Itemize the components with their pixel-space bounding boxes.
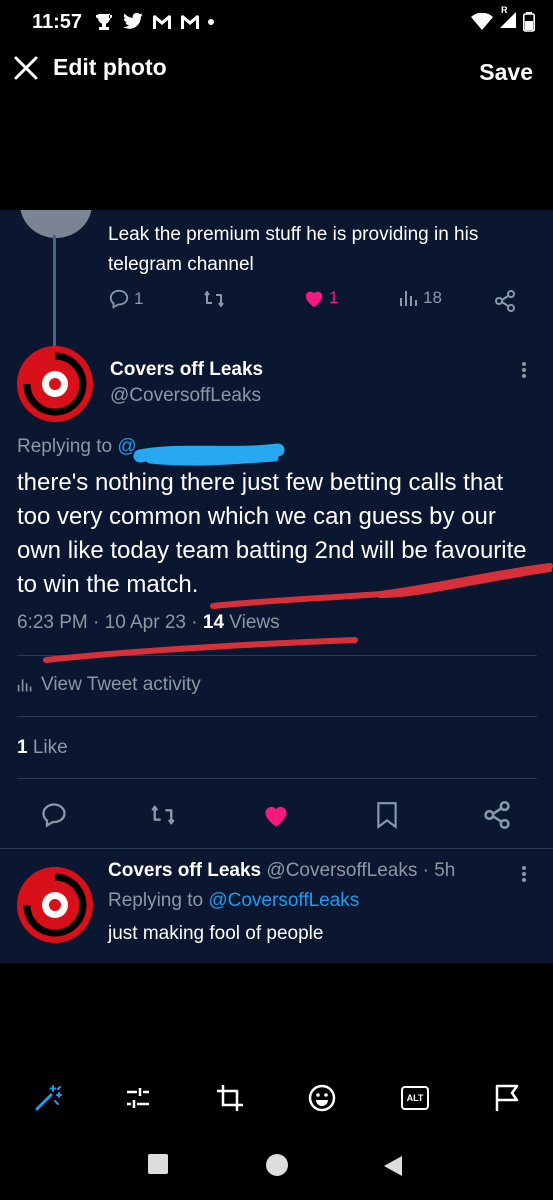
retweet-action bbox=[202, 288, 226, 310]
share-icon bbox=[495, 290, 515, 312]
bookmark-icon bbox=[377, 802, 397, 829]
main-tweet-author-name: Covers off Leaks bbox=[110, 359, 264, 380]
edit-toolbar: ALT bbox=[0, 1072, 553, 1124]
reply-text: just making fool of people bbox=[108, 923, 324, 944]
flag-icon bbox=[495, 1084, 519, 1111]
twitter-icon bbox=[123, 13, 143, 29]
main-tweet-author-handle: @CoversoffLeaks bbox=[110, 385, 261, 406]
alt-text-button[interactable]: ALT bbox=[399, 1082, 431, 1114]
views-action: 18 bbox=[399, 288, 442, 308]
share-icon bbox=[484, 801, 510, 829]
tweet-time: 6:23 PM · 10 Apr 23 · bbox=[17, 612, 203, 633]
underline-scribble bbox=[43, 637, 358, 663]
recent-apps-button[interactable] bbox=[148, 1154, 168, 1174]
main-tweet-avatar bbox=[17, 346, 93, 422]
views-icon bbox=[17, 679, 32, 692]
like-action: 1 bbox=[303, 288, 338, 308]
views-count: 18 bbox=[423, 288, 442, 307]
brand-logo-icon bbox=[17, 867, 93, 943]
system-icons: R bbox=[471, 5, 535, 34]
sticker-button[interactable] bbox=[306, 1082, 338, 1114]
navigation-bar bbox=[0, 1140, 553, 1192]
signal-roaming-label: R bbox=[501, 4, 508, 15]
back-icon bbox=[384, 1156, 402, 1176]
retweet-icon bbox=[204, 291, 224, 307]
divider bbox=[0, 848, 553, 849]
status-bar: 11:57 R bbox=[0, 0, 553, 44]
likes-count: 1 bbox=[17, 737, 28, 758]
replying-handle: @ bbox=[117, 436, 137, 457]
views-icon bbox=[400, 291, 417, 306]
replying-label: Replying to bbox=[108, 890, 204, 911]
close-icon bbox=[14, 56, 38, 80]
reply-count: 1 bbox=[134, 289, 144, 308]
activity-label: View Tweet activity bbox=[41, 674, 201, 695]
adjust-icon bbox=[127, 1088, 149, 1108]
save-button[interactable]: Save bbox=[479, 59, 533, 86]
reply-author-name: Covers off Leaks bbox=[108, 860, 262, 881]
close-button[interactable] bbox=[12, 54, 40, 82]
divider bbox=[17, 655, 537, 656]
adjust-button[interactable] bbox=[122, 1082, 154, 1114]
retweet-icon bbox=[151, 805, 175, 825]
reply-replying-to: Replying to @CoversoffLeaks bbox=[108, 890, 359, 912]
tweet-meta: 6:23 PM · 10 Apr 23 · 14 Views bbox=[17, 612, 280, 634]
sticker-icon bbox=[308, 1084, 336, 1112]
replying-to: Replying to @ bbox=[17, 436, 137, 458]
brand-logo-icon bbox=[17, 346, 93, 422]
back-button[interactable] bbox=[382, 1154, 404, 1183]
reply-avatar bbox=[17, 867, 93, 943]
previous-reply-avatar bbox=[20, 210, 92, 238]
heart-icon bbox=[305, 291, 323, 308]
magic-wand-icon bbox=[35, 1085, 62, 1111]
notification-icons bbox=[94, 12, 215, 32]
likes-summary: 1 Like bbox=[17, 737, 68, 759]
replying-label: Replying to bbox=[17, 436, 113, 457]
redaction-scribble bbox=[133, 443, 285, 463]
dot-icon bbox=[208, 19, 215, 25]
heart-icon bbox=[265, 806, 287, 827]
more-options-icon bbox=[521, 360, 527, 380]
main-tweet-text: there's nothing there just few betting c… bbox=[17, 469, 527, 598]
wifi-icon bbox=[471, 13, 493, 30]
views-label: Views bbox=[229, 612, 280, 633]
home-button[interactable] bbox=[266, 1154, 288, 1176]
replying-handle: @CoversoffLeaks bbox=[208, 890, 360, 911]
divider bbox=[17, 716, 537, 717]
redaction-scribble bbox=[146, 454, 279, 466]
home-icon bbox=[266, 1154, 288, 1176]
reply-icon bbox=[42, 803, 66, 828]
gmail-icon bbox=[153, 15, 172, 29]
reply-action: 1 bbox=[108, 288, 143, 310]
page-title: Edit photo bbox=[53, 54, 167, 80]
gmail-icon bbox=[181, 15, 200, 29]
alt-text-icon: ALT bbox=[401, 1086, 429, 1110]
edited-photo[interactable]: Leak the premium stuff he is providing i… bbox=[0, 210, 553, 963]
views-count-main: 14 bbox=[202, 612, 225, 633]
share-action bbox=[494, 290, 516, 312]
trophy-icon bbox=[96, 14, 113, 30]
previous-reply-text: Leak the premium stuff he is providing i… bbox=[108, 224, 479, 275]
status-time: 11:57 bbox=[32, 10, 83, 33]
reply-header: Covers off Leaks @CoversoffLeaks · 5h bbox=[108, 860, 455, 882]
crop-button[interactable] bbox=[214, 1082, 246, 1114]
flag-button[interactable] bbox=[491, 1082, 523, 1114]
like-count: 1 bbox=[329, 288, 339, 307]
reply-icon bbox=[109, 289, 129, 309]
thread-line bbox=[53, 235, 56, 357]
reply-handle-time: @CoversoffLeaks · 5h bbox=[266, 860, 456, 881]
battery-icon bbox=[523, 12, 535, 32]
recent-apps-icon bbox=[148, 1154, 168, 1174]
view-tweet-activity: View Tweet activity bbox=[17, 674, 201, 696]
alt-text-label: ALT bbox=[406, 1093, 424, 1103]
top-toolbar: Edit photo Save bbox=[0, 44, 553, 104]
divider bbox=[17, 778, 537, 779]
magic-wand-button[interactable] bbox=[32, 1082, 64, 1114]
likes-label: Like bbox=[32, 737, 68, 758]
crop-icon bbox=[217, 1085, 243, 1111]
more-options-icon bbox=[521, 864, 527, 884]
